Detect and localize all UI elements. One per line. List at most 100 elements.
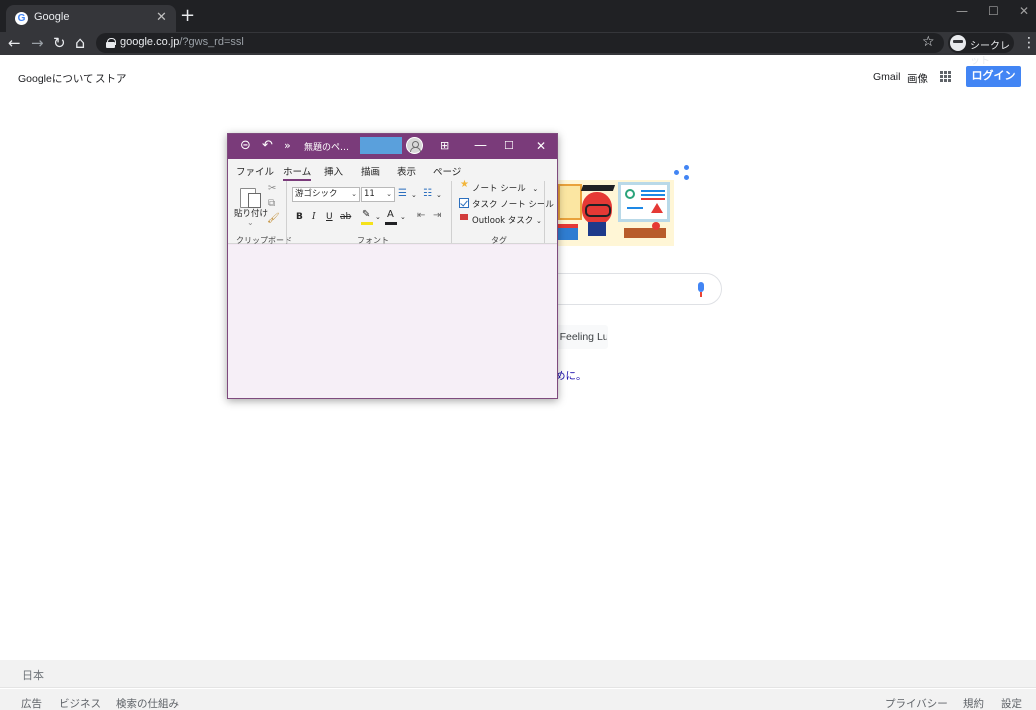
tab-home[interactable]: ホーム — [283, 164, 312, 181]
font-color-bar — [385, 222, 397, 225]
onenote-maximize-icon[interactable]: ☐ — [504, 138, 514, 154]
star-tag-icon — [459, 179, 469, 192]
onenote-search-box[interactable] — [360, 137, 402, 154]
chrome-menu-icon[interactable]: ⋮ — [1022, 34, 1036, 52]
arrow-left-icon[interactable]: ← — [8, 34, 21, 52]
about-google-link[interactable]: Googleについて — [18, 71, 94, 86]
bullets-icon[interactable]: ☰ — [398, 188, 407, 200]
highlight-color-bar — [361, 222, 373, 225]
onenote-page-canvas[interactable] — [228, 245, 557, 398]
outlook-task-dropdown-icon[interactable]: ⌄ — [536, 217, 542, 225]
microphone-icon[interactable] — [697, 282, 705, 297]
footer-how-search-works-link[interactable]: 検索の仕組み — [116, 696, 179, 710]
undo-icon[interactable]: ↶ — [262, 138, 273, 154]
italic-button[interactable]: I — [312, 211, 316, 223]
strikethrough-button[interactable]: ab — [340, 211, 351, 223]
document-title: 無題のペ… — [304, 143, 350, 153]
store-link[interactable]: ストア — [95, 71, 127, 86]
maximize-window-icon[interactable]: ☐ — [988, 4, 999, 18]
format-painter-icon[interactable]: 🖌 — [267, 213, 280, 225]
footer-privacy-link[interactable]: プライバシー — [885, 696, 948, 710]
tab-file[interactable]: ファイル — [236, 164, 274, 178]
footer-links-bar: 広告 ビジネス 検索の仕組み プライバシー 規約 設定 — [0, 689, 1036, 710]
ribbon-display-icon[interactable]: ⊞ — [440, 138, 449, 154]
font-name-dropdown-icon[interactable]: ⌄ — [351, 188, 357, 201]
font-name-value: 游ゴシック — [295, 189, 338, 199]
google-doodle[interactable] — [556, 176, 674, 246]
account-avatar-icon[interactable] — [406, 137, 423, 154]
footer-country: 日本 — [22, 669, 44, 682]
tab-page[interactable]: ページ — [433, 164, 461, 178]
font-name-combo[interactable]: 游ゴシック ⌄ — [292, 187, 360, 202]
checkbox-tag-icon — [459, 198, 469, 208]
ribbon-separator — [544, 181, 545, 243]
note-tag-label: ノート シール — [472, 184, 526, 194]
font-size-dropdown-icon[interactable]: ⌄ — [386, 188, 392, 201]
font-size-value: 11 — [364, 189, 375, 199]
paste-icon[interactable] — [240, 185, 261, 208]
onenote-ribbon: ファイル ホーム 挿入 描画 表示 ページ 貼り付け ⌄ ✂ ⧉ 🖌 クリップボ… — [228, 159, 557, 245]
incognito-profile-button[interactable]: シークレット — [948, 33, 1014, 67]
google-apps-icon[interactable] — [940, 71, 951, 82]
onenote-window: ⊝ ↶ » 無題のペ… ⊞ — ☐ ✕ ファイル ホーム 挿入 描画 表示 ペー… — [227, 133, 558, 399]
images-link[interactable]: 画像 — [907, 71, 928, 86]
minimize-window-icon[interactable]: — — [956, 4, 968, 18]
footer-settings-link[interactable]: 設定 — [1001, 696, 1022, 710]
back-icon[interactable]: ⊝ — [240, 138, 251, 154]
footer-business-link[interactable]: ビジネス — [59, 696, 101, 710]
browser-toolbar: ← → ↻ ⌂ google.co.jp/?gws_rd=ssl ☆ シークレッ… — [0, 32, 1036, 67]
outlook-task-label: Outlook タスク — [472, 216, 534, 226]
reload-icon[interactable]: ↻ — [53, 34, 66, 52]
bold-button[interactable]: B — [296, 211, 303, 223]
browser-tab-google[interactable]: G Google ✕ — [6, 5, 176, 32]
bullets-dropdown-icon[interactable]: ⌄ — [411, 189, 417, 201]
cut-icon[interactable]: ✂ — [268, 183, 276, 195]
underline-button[interactable]: U — [326, 211, 333, 223]
copy-icon[interactable]: ⧉ — [268, 198, 275, 210]
outlook-task-item[interactable]: Outlook タスク ⌄ — [459, 214, 542, 226]
task-tag-item[interactable]: タスク ノート シール — [459, 198, 554, 210]
login-button[interactable]: ログイン — [966, 66, 1021, 87]
ribbon-separator — [286, 181, 287, 243]
footer-country-bar: 日本 — [0, 660, 1036, 688]
paste-dropdown-icon[interactable]: ⌄ — [247, 217, 254, 229]
tab-close-icon[interactable]: ✕ — [156, 9, 167, 27]
lock-icon[interactable] — [106, 38, 116, 48]
highlight-icon[interactable]: ✎ — [362, 209, 370, 221]
share-icon[interactable] — [674, 165, 690, 181]
gmail-link[interactable]: Gmail — [873, 71, 900, 83]
new-tab-button[interactable]: + — [180, 5, 195, 27]
browser-tabstrip: G Google ✕ + — ☐ ✕ — [0, 0, 1036, 32]
indent-icon[interactable]: ⇥ — [433, 210, 441, 222]
close-window-icon[interactable]: ✕ — [1019, 4, 1029, 18]
incognito-label: シークレット — [970, 41, 1010, 67]
ribbon-separator — [451, 181, 452, 243]
note-tag-dropdown-icon[interactable]: ⌄ — [532, 185, 538, 193]
url-path: /?gws_rd=ssl — [179, 36, 244, 48]
numbering-dropdown-icon[interactable]: ⌄ — [436, 189, 442, 201]
font-color-icon[interactable]: A — [387, 209, 394, 221]
font-color-dropdown-icon[interactable]: ⌄ — [400, 211, 406, 223]
tab-insert[interactable]: 挿入 — [324, 164, 343, 178]
tab-view[interactable]: 表示 — [397, 164, 416, 178]
outdent-icon[interactable]: ⇤ — [417, 210, 425, 222]
address-bar[interactable]: google.co.jp/?gws_rd=ssl ☆ — [96, 33, 944, 53]
tab-title: Google — [34, 11, 70, 23]
font-size-combo[interactable]: 11 ⌄ — [361, 187, 395, 202]
promo-link[interactable]: めに。 — [555, 368, 587, 383]
more-commands-icon[interactable]: » — [284, 138, 291, 154]
bookmark-star-icon[interactable]: ☆ — [922, 34, 935, 50]
onenote-titlebar: ⊝ ↶ » 無題のペ… ⊞ — ☐ ✕ — [228, 134, 557, 159]
incognito-icon — [950, 35, 966, 51]
arrow-right-icon[interactable]: → — [31, 34, 44, 52]
footer-terms-link[interactable]: 規約 — [963, 696, 984, 710]
note-tag-item[interactable]: ノート シール ⌄ — [459, 179, 538, 194]
url-text[interactable]: google.co.jp/?gws_rd=ssl — [120, 36, 244, 48]
footer-ads-link[interactable]: 広告 — [21, 696, 42, 710]
home-icon[interactable]: ⌂ — [75, 34, 85, 52]
highlight-dropdown-icon[interactable]: ⌄ — [375, 211, 381, 223]
onenote-close-icon[interactable]: ✕ — [536, 138, 546, 154]
onenote-minimize-icon[interactable]: — — [474, 138, 487, 154]
tab-draw[interactable]: 描画 — [361, 164, 380, 178]
numbering-icon[interactable]: ☷ — [423, 188, 432, 200]
